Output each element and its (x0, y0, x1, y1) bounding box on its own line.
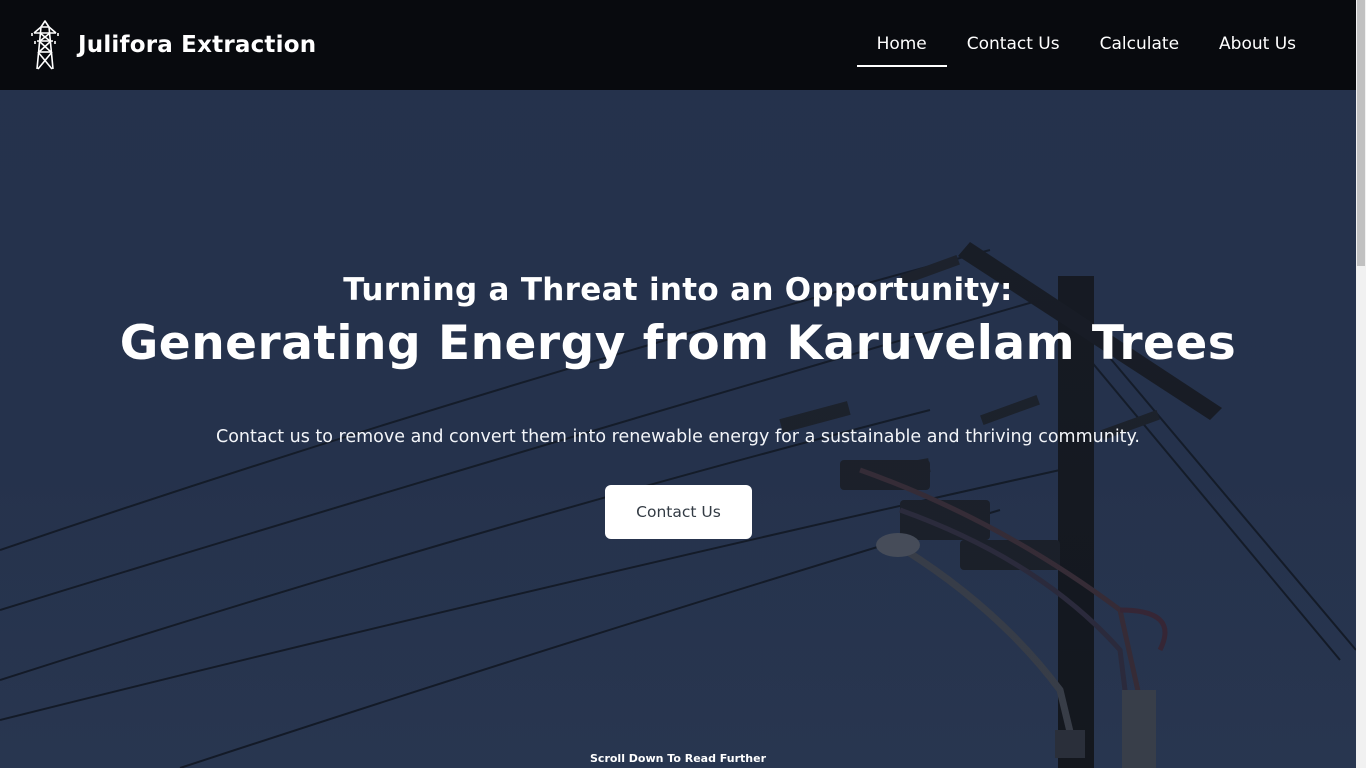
hero-subtitle: Turning a Threat into an Opportunity: (343, 272, 1013, 308)
page-scrollbar[interactable] (1356, 0, 1366, 768)
scroll-hint: Scroll Down To Read Further (590, 752, 766, 765)
main-nav: Home Contact Us Calculate About Us (856, 0, 1316, 90)
scrollbar-thumb[interactable] (1357, 0, 1365, 266)
hero-description: Contact us to remove and convert them in… (216, 427, 1140, 447)
nav-home[interactable]: Home (856, 0, 947, 89)
hero-title: Generating Energy from Karuvelam Trees (119, 316, 1237, 371)
page: Julifora Extraction Home Contact Us Calc… (0, 0, 1366, 768)
hero-content: Turning a Threat into an Opportunity: Ge… (0, 90, 1356, 768)
transmission-tower-icon (31, 20, 59, 70)
nav-contact-us[interactable]: Contact Us (947, 0, 1080, 89)
contact-us-button[interactable]: Contact Us (605, 485, 752, 539)
brand-name: Julifora Extraction (78, 32, 317, 58)
nav-about-us[interactable]: About Us (1199, 0, 1316, 89)
hero-section: Turning a Threat into an Opportunity: Ge… (0, 90, 1356, 768)
nav-calculate[interactable]: Calculate (1080, 0, 1199, 89)
brand[interactable]: Julifora Extraction (26, 19, 316, 71)
top-navbar: Julifora Extraction Home Contact Us Calc… (0, 0, 1356, 90)
